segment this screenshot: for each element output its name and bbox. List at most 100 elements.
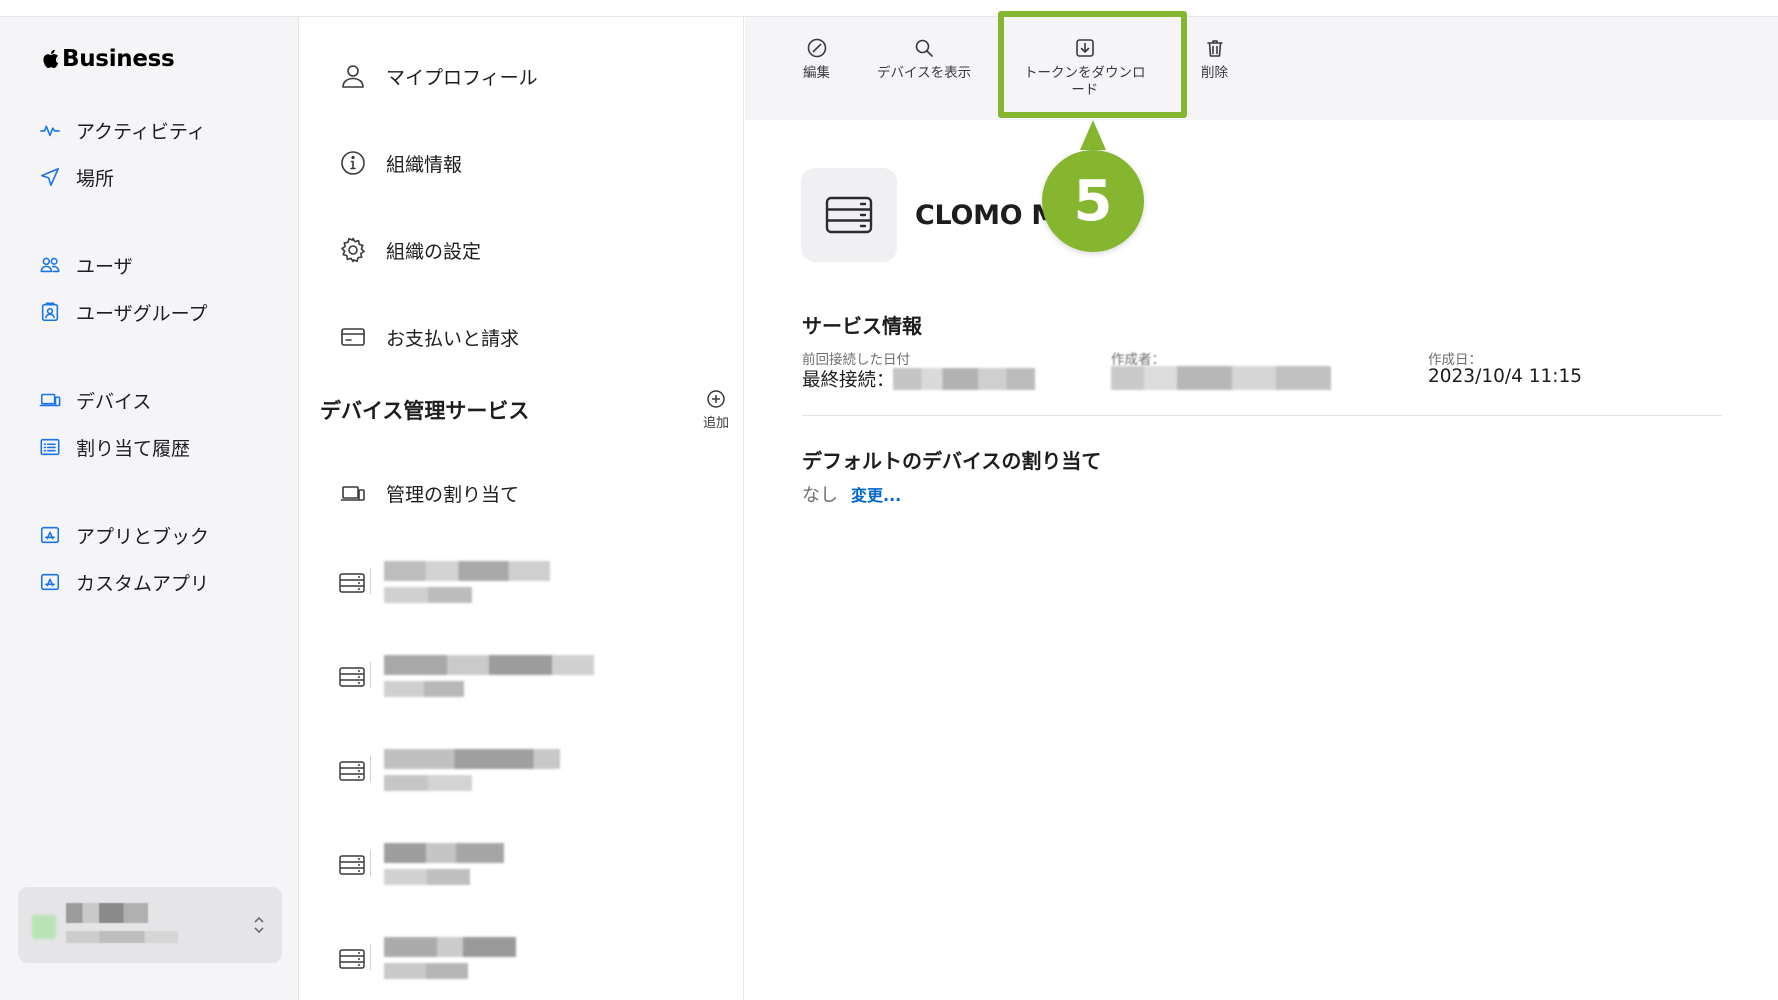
download-token-highlight bbox=[998, 11, 1187, 118]
service-list-item[interactable] bbox=[338, 843, 598, 891]
add-label: 追加 bbox=[702, 416, 729, 431]
menu-item-organization-settings[interactable]: 組織の設定 bbox=[338, 234, 481, 266]
show-devices-label: デバイスを表示 bbox=[877, 65, 972, 81]
info-icon bbox=[338, 148, 368, 178]
separator bbox=[370, 662, 371, 688]
sidebar-item-label: ユーザグループ bbox=[76, 302, 208, 325]
server-icon bbox=[338, 663, 368, 693]
devices-icon bbox=[338, 478, 368, 508]
service-list-item[interactable] bbox=[338, 655, 598, 703]
menu-item-label: 管理の割り当て bbox=[386, 483, 520, 506]
avatar bbox=[32, 915, 56, 939]
default-assignment-value: なし bbox=[802, 485, 838, 506]
separator bbox=[370, 756, 371, 782]
sidebar-item-label: アクティビティ bbox=[76, 120, 206, 143]
redacted-service-name bbox=[384, 937, 516, 957]
sidebar-item-devices[interactable]: デバイス bbox=[38, 385, 151, 415]
redacted-service-detail bbox=[384, 681, 464, 697]
redacted-service-detail bbox=[384, 963, 468, 979]
settings-column: マイプロフィール 組織情報 組織の設定 お支払いと請求 デバイス管理サービス 追… bbox=[300, 17, 744, 1000]
users-icon bbox=[38, 253, 62, 277]
service-detail: CLOMO M サービス情報 前回接続した日付 最終接続： 作成者： 作成日： … bbox=[745, 120, 1778, 1000]
created-date-label: 作成日： bbox=[1428, 352, 1482, 368]
menu-item-my-profile[interactable]: マイプロフィール bbox=[338, 60, 538, 92]
brand-name: Business bbox=[62, 46, 175, 72]
separator bbox=[370, 568, 371, 594]
service-name: CLOMO M bbox=[915, 200, 1058, 231]
service-list-item[interactable] bbox=[338, 561, 598, 609]
service-info-heading: サービス情報 bbox=[802, 314, 922, 338]
created-date-value: 2023/10/4 11:15 bbox=[1428, 366, 1583, 387]
sidebar-item-user-groups[interactable]: ユーザグループ bbox=[38, 297, 207, 327]
menu-item-payments-billing[interactable]: お支払いと請求 bbox=[338, 321, 519, 353]
chevron-up-down-icon bbox=[252, 913, 266, 937]
redacted-service-name bbox=[384, 561, 550, 581]
credit-card-icon bbox=[338, 322, 368, 352]
edit-label: 編集 bbox=[803, 65, 830, 81]
account-name-redacted bbox=[66, 903, 148, 923]
delete-label: 削除 bbox=[1201, 65, 1228, 81]
redacted-service-detail bbox=[384, 775, 472, 791]
sidebar-item-custom-apps[interactable]: カスタムアプリ bbox=[38, 567, 209, 597]
show-devices-button[interactable]: デバイスを表示 bbox=[877, 37, 971, 82]
edit-circle-icon bbox=[807, 38, 826, 58]
service-icon-tile bbox=[801, 168, 897, 262]
menu-item-label: 組織情報 bbox=[386, 153, 463, 176]
menu-item-label: マイプロフィール bbox=[386, 66, 538, 89]
sidebar-item-activity[interactable]: アクティビティ bbox=[38, 115, 206, 145]
user-group-icon bbox=[38, 300, 62, 324]
gear-icon bbox=[338, 235, 368, 265]
redacted-service-name bbox=[384, 843, 504, 863]
separator bbox=[370, 850, 371, 876]
add-service-button[interactable]: 追加 bbox=[698, 389, 734, 431]
redacted-service-name bbox=[384, 655, 594, 675]
custom-app-icon bbox=[38, 570, 62, 594]
apple-logo-icon bbox=[43, 49, 59, 68]
account-switcher[interactable] bbox=[18, 887, 282, 963]
edit-button[interactable]: 編集 bbox=[803, 37, 830, 82]
sidebar-item-label: 場所 bbox=[76, 167, 115, 190]
divider bbox=[802, 415, 1722, 416]
menu-item-organization-info[interactable]: 組織情報 bbox=[338, 147, 462, 179]
plus-circle-icon bbox=[707, 390, 725, 408]
server-icon bbox=[338, 851, 368, 881]
sidebar-item-location[interactable]: 場所 bbox=[38, 162, 114, 192]
account-org-redacted bbox=[66, 931, 178, 943]
redacted-service-detail bbox=[384, 869, 470, 885]
redacted-service-name bbox=[384, 749, 560, 769]
trash-icon bbox=[1206, 40, 1223, 57]
server-icon bbox=[825, 196, 873, 234]
app-store-icon bbox=[38, 523, 62, 547]
redacted-created-by bbox=[1111, 366, 1331, 390]
step-number-badge: 5 bbox=[1042, 150, 1144, 252]
delete-button[interactable]: 削除 bbox=[1201, 37, 1228, 82]
service-list-item[interactable] bbox=[338, 937, 598, 985]
assignment-history-icon bbox=[38, 435, 62, 459]
last-connected-label: 前回接続した日付 bbox=[802, 352, 910, 368]
app-window: Business アクティビティ 場所 ユーザ ユーザグループ デバイス 割り当… bbox=[0, 0, 1778, 1000]
server-icon bbox=[338, 945, 368, 975]
separator bbox=[370, 944, 371, 970]
created-by-label: 作成者： bbox=[1111, 352, 1165, 368]
server-icon bbox=[338, 569, 368, 599]
brand-logo[interactable]: Business bbox=[42, 43, 175, 75]
callout-pointer bbox=[1080, 120, 1106, 150]
menu-item-label: 組織の設定 bbox=[386, 240, 482, 263]
device-services-title: デバイス管理サービス bbox=[320, 399, 530, 423]
sidebar-item-label: アプリとブック bbox=[76, 525, 210, 548]
menu-item-management-assignment[interactable]: 管理の割り当て bbox=[338, 477, 519, 509]
sidebar-item-label: デバイス bbox=[76, 390, 152, 413]
sidebar: Business アクティビティ 場所 ユーザ ユーザグループ デバイス 割り当… bbox=[0, 17, 299, 1000]
detail-toolbar: 編集 デバイスを表示 トークンをダウンロ ード 削除 bbox=[745, 17, 1778, 120]
service-list-item[interactable] bbox=[338, 749, 598, 797]
change-assignment-link[interactable]: 変更... bbox=[851, 482, 901, 506]
sidebar-item-label: カスタムアプリ bbox=[76, 572, 210, 595]
sidebar-item-assignment-history[interactable]: 割り当て履歴 bbox=[38, 432, 190, 462]
sidebar-item-users[interactable]: ユーザ bbox=[38, 250, 133, 280]
last-connected-prefix: 最終接続： bbox=[802, 370, 895, 391]
menu-item-label: お支払いと請求 bbox=[386, 327, 520, 350]
person-icon bbox=[338, 61, 368, 91]
activity-icon bbox=[38, 118, 62, 142]
sidebar-item-apps-and-books[interactable]: アプリとブック bbox=[38, 520, 209, 550]
sidebar-item-label: ユーザ bbox=[76, 255, 133, 278]
